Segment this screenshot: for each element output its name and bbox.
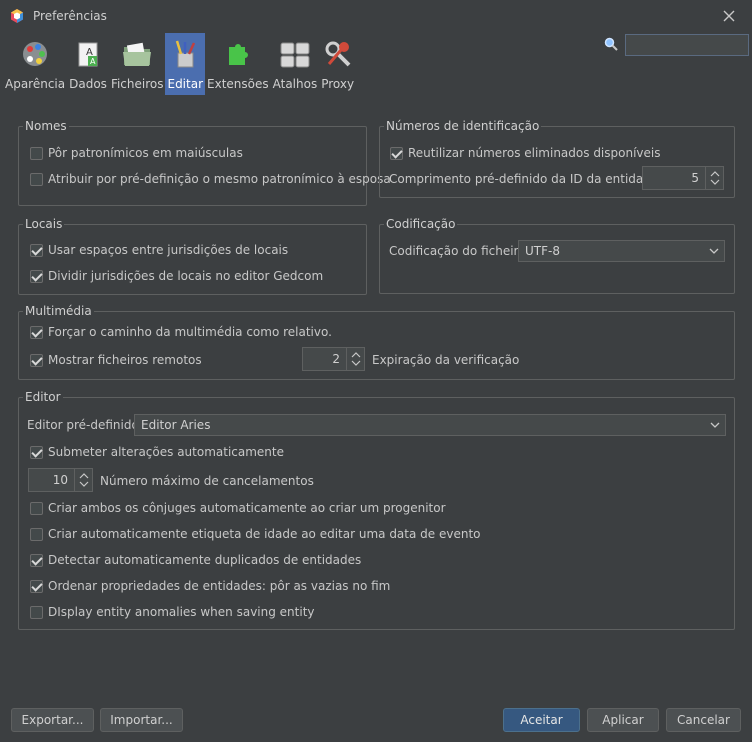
tab-data[interactable]: A A Dados [67, 33, 109, 95]
group-multimedia-title: Multimédia [23, 304, 94, 318]
checkbox-box[interactable] [30, 553, 43, 567]
tab-appearance[interactable]: Aparência [3, 33, 67, 95]
checkbox-box[interactable] [30, 146, 43, 160]
tab-shortcuts[interactable]: Atalhos [271, 33, 320, 95]
id-length-stepper[interactable]: 5 [642, 166, 724, 190]
export-button[interactable]: Exportar... [11, 708, 94, 732]
window-title: Preferências [33, 9, 107, 23]
file-encoding-label: Codificação do ficheiro [389, 244, 526, 258]
tab-extensions-label: Extensões [207, 77, 269, 91]
tab-edit[interactable]: Editar [165, 33, 206, 95]
search-input[interactable] [625, 34, 749, 56]
checkbox-box[interactable] [30, 172, 43, 186]
group-identification-numbers: Números de identificação Reutilizar núme… [379, 119, 735, 198]
data-icon: A A [78, 42, 98, 67]
verification-expiry-label: Expiração da verificação [372, 353, 520, 367]
group-names: Nomes Pôr patronímicos em maiúsculas Atr… [18, 119, 391, 206]
accept-button[interactable]: Aceitar [503, 708, 580, 732]
default-editor-value: Editor Aries [141, 418, 211, 432]
multimedia-relative-checkbox[interactable]: Forçar o caminho da multimédia como rela… [30, 323, 332, 341]
chevron-down-icon [709, 248, 719, 254]
stepper-arrows[interactable] [346, 348, 364, 370]
max-undo-label: Número máximo de cancelamentos [100, 474, 314, 488]
group-encoding-title: Codificação [384, 217, 458, 231]
checkbox-box[interactable] [30, 243, 43, 257]
dropdown-arrow[interactable] [704, 248, 724, 254]
dropdown-arrow[interactable] [705, 422, 725, 428]
tab-edit-label: Editar [167, 77, 204, 91]
stepper-arrows[interactable] [705, 167, 723, 189]
chevron-down-icon [710, 422, 720, 428]
shortcuts-icon [280, 42, 310, 68]
group-names-title: Nomes [23, 119, 69, 133]
stepper-arrows-icon [710, 171, 719, 185]
detect-duplicates-checkbox[interactable]: Detectar automaticamente duplicados de e… [30, 551, 361, 569]
stepper-arrows-icon [351, 352, 360, 366]
tab-files[interactable]: Ficheiros [109, 33, 166, 95]
group-encoding: Codificação Codificação do ficheiro UTF-… [379, 217, 735, 294]
default-editor-select[interactable]: Editor Aries [134, 414, 726, 436]
extensions-icon [228, 44, 248, 65]
cancel-button[interactable]: Cancelar [666, 708, 741, 732]
remote-files-checkbox[interactable]: Mostrar ficheiros remotos [30, 351, 202, 369]
tab-files-label: Ficheiros [110, 77, 164, 91]
place-spaces-checkbox[interactable]: Usar espaços entre jurisdições de locais [30, 241, 288, 259]
auto-age-tag-checkbox[interactable]: Criar automaticamente etiqueta de idade … [30, 525, 481, 543]
close-icon [723, 10, 735, 22]
svg-text:A: A [90, 57, 96, 66]
app-logo-icon [11, 9, 23, 23]
patronymic-uppercase-checkbox[interactable]: Pôr patronímicos em maiúsculas [30, 144, 243, 162]
checkbox-box[interactable] [30, 579, 43, 593]
checkbox-box[interactable] [30, 353, 43, 367]
checkbox-box[interactable] [30, 325, 43, 339]
import-button[interactable]: Importar... [100, 708, 183, 732]
tab-data-label: Dados [69, 77, 107, 91]
reuse-ids-checkbox[interactable]: Reutilizar números eliminados disponívei… [390, 144, 661, 162]
checkbox-box[interactable] [30, 269, 43, 283]
max-undo-stepper[interactable]: 10 [28, 468, 93, 492]
group-editor: Editor Editor pré-definido Editor Aries … [18, 390, 735, 630]
group-identification-title: Números de identificação [384, 119, 542, 133]
auto-spouses-checkbox[interactable]: Criar ambos os cônjuges automaticamente … [30, 499, 446, 517]
close-button[interactable] [718, 5, 740, 27]
checkbox-box[interactable] [30, 605, 43, 619]
title-bar: Preferências [0, 0, 752, 32]
default-editor-label: Editor pré-definido [27, 418, 139, 432]
appearance-icon [23, 42, 48, 66]
tab-appearance-label: Aparência [5, 77, 66, 91]
autocommit-checkbox[interactable]: Submeter alterações automaticamente [30, 443, 284, 461]
tab-extensions[interactable]: Extensões [205, 33, 271, 95]
checkbox-box[interactable] [30, 501, 43, 515]
group-places-title: Locais [23, 217, 65, 231]
verification-expiry-stepper[interactable]: 2 [302, 347, 365, 371]
tab-shortcuts-label: Atalhos [272, 77, 318, 91]
patronymic-wife-checkbox[interactable]: Atribuir por pré-definição o mesmo patro… [30, 170, 391, 188]
sort-properties-checkbox[interactable]: Ordenar propriedades de entidades: pôr a… [30, 577, 390, 595]
verification-expiry-value[interactable]: 2 [303, 348, 346, 370]
id-length-label: Comprimento pré-definido da ID da entida… [389, 172, 663, 186]
edit-icon [176, 40, 196, 68]
stepper-arrows-icon [79, 473, 88, 487]
max-undo-value[interactable]: 10 [29, 469, 74, 491]
tab-proxy[interactable]: Proxy [319, 33, 356, 95]
group-places: Locais Usar espaços entre jurisdições de… [18, 217, 367, 295]
preferences-toolbar: Aparência A A Dados Ficheiros Editar Ext… [3, 33, 356, 95]
checkbox-box[interactable] [30, 527, 43, 541]
file-encoding-value: UTF-8 [525, 244, 560, 258]
group-editor-title: Editor [23, 390, 63, 404]
proxy-icon [325, 41, 351, 67]
apply-button[interactable]: Aplicar [587, 708, 659, 732]
id-length-value[interactable]: 5 [643, 167, 705, 189]
checkbox-box[interactable] [390, 146, 403, 160]
display-anomalies-checkbox[interactable]: DIsplay entity anomalies when saving ent… [30, 603, 315, 621]
tab-proxy-label: Proxy [321, 77, 355, 91]
files-icon [123, 42, 152, 66]
stepper-arrows[interactable] [74, 469, 92, 491]
place-split-checkbox[interactable]: Dividir jurisdições de locais no editor … [30, 267, 323, 285]
group-multimedia: Multimédia Forçar o caminho da multimédi… [18, 304, 735, 380]
search-icon [604, 37, 618, 51]
checkbox-box[interactable] [30, 445, 43, 459]
file-encoding-select[interactable]: UTF-8 [518, 240, 725, 262]
